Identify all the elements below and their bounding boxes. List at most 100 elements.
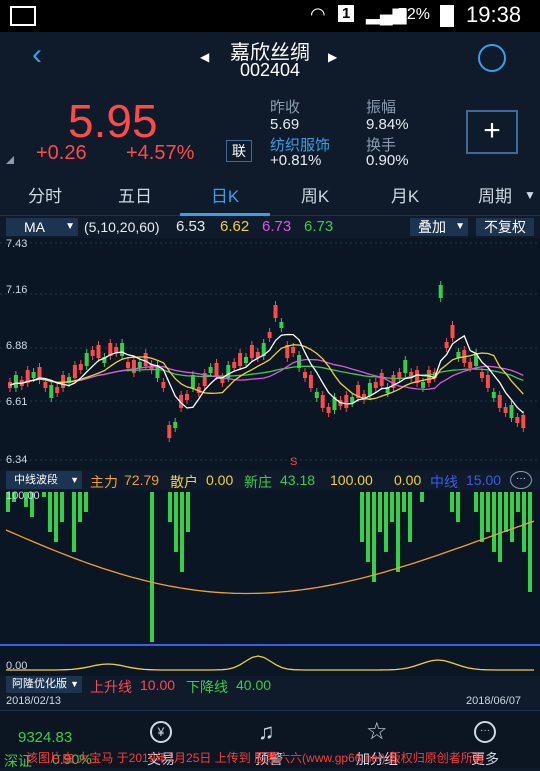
- indicator-selector[interactable]: 中线波段 ▼: [6, 471, 82, 489]
- indicator-bar: [54, 492, 58, 542]
- indicator-chart[interactable]: 100.00 0.00: [0, 490, 540, 676]
- algo-name: 阿隆优化版: [12, 678, 67, 690]
- candle-body: [491, 392, 496, 398]
- xinzhuang-label: 新庄: [244, 474, 272, 490]
- candle-body: [249, 345, 254, 358]
- candle-body: [90, 350, 95, 356]
- indicator-bar: [402, 492, 406, 512]
- back-icon[interactable]: ‹: [32, 38, 42, 72]
- add-watchlist-button[interactable]: +: [466, 110, 518, 154]
- candle-body: [185, 394, 189, 400]
- candle-body: [509, 405, 514, 418]
- chevron-down-icon: ▼: [70, 475, 79, 485]
- search-icon[interactable]: [478, 44, 506, 72]
- ma10-value: 6.62: [220, 218, 250, 235]
- amplitude-label: 振幅: [366, 99, 397, 116]
- candle-body: [72, 365, 77, 378]
- ma-selector[interactable]: MA ▼: [6, 218, 78, 236]
- candle-body: [279, 322, 284, 328]
- chevron-down-icon: ▼: [455, 221, 465, 232]
- indicator-axis-top: 100.00: [6, 490, 40, 502]
- candle-body: [485, 375, 490, 388]
- tab-yuek[interactable]: 月K: [360, 178, 450, 216]
- indicator-bar: [486, 492, 490, 532]
- more-options-icon[interactable]: ···: [510, 471, 532, 489]
- overlay-button[interactable]: 叠加 ▼: [410, 218, 468, 236]
- indicator-bar: [84, 492, 88, 512]
- candle-body: [120, 343, 125, 356]
- candle-body: [326, 407, 331, 413]
- price-tick-2: 7.16: [6, 284, 28, 296]
- date-start: 2018/02/13: [6, 695, 62, 707]
- star-icon: ☆: [366, 718, 388, 745]
- candle-body: [167, 425, 172, 438]
- up-line-value: 10.00: [140, 677, 176, 693]
- candle-body: [273, 305, 278, 318]
- header: ‹ ◀ 嘉欣丝绸 002404 ▶: [0, 32, 540, 90]
- candle-body: [379, 373, 384, 386]
- bell-icon: ♫: [258, 719, 275, 744]
- ma60-value: 6.73: [304, 218, 334, 235]
- algo-selector[interactable]: 阿隆优化版 ▼: [6, 676, 82, 693]
- candle-body: [515, 417, 520, 423]
- adjust-button[interactable]: 不复权: [476, 218, 534, 236]
- candle-body: [208, 367, 213, 373]
- candle-body: [521, 415, 526, 428]
- tab-fenshi[interactable]: 分时: [0, 178, 90, 216]
- indicator-bar: [186, 492, 190, 532]
- overlay-label: 叠加: [418, 219, 446, 235]
- indicator-bar: [60, 492, 64, 522]
- candle-body: [137, 362, 142, 368]
- ma5-value: 6.53: [176, 218, 206, 235]
- index-value[interactable]: 9324.83: [18, 729, 72, 746]
- candle-body: [421, 382, 425, 388]
- indicator-bar: [396, 492, 400, 572]
- tab-zhouk[interactable]: 周K: [270, 178, 360, 216]
- sell-signal-marker: S: [290, 456, 298, 468]
- indicator-bar: [378, 492, 382, 532]
- candle-body: [232, 362, 237, 368]
- indicator-bar: [522, 492, 526, 552]
- candle-body: [131, 360, 136, 373]
- candle-body: [373, 382, 378, 388]
- candle-body: [267, 332, 272, 338]
- candle-body: [238, 353, 243, 366]
- candle-body: [403, 360, 408, 373]
- battery-icon: [440, 5, 454, 27]
- zhongxian-label: 中线: [430, 474, 458, 490]
- next-stock-icon[interactable]: ▶: [328, 50, 337, 64]
- wifi-icon: ◠: [310, 4, 326, 24]
- indicator-bar: [168, 492, 172, 522]
- down-line-value: 40.00: [236, 677, 272, 693]
- candle-body: [173, 422, 178, 428]
- link-button[interactable]: 联: [226, 140, 252, 162]
- candle-body: [450, 325, 455, 338]
- indicator-bar: [42, 492, 46, 497]
- candlestick-svg: [0, 242, 540, 461]
- tab-wuri[interactable]: 五日: [90, 178, 180, 216]
- candle-body: [320, 395, 325, 408]
- indicator-bar: [180, 492, 184, 572]
- aroon-legend: 阿隆优化版 ▼ 上升线 10.00 下降线 40.00: [0, 676, 540, 695]
- indicator-bar: [510, 492, 514, 542]
- zhuli-label: 主力: [90, 474, 118, 490]
- ma20-value: 6.73: [262, 218, 292, 235]
- candle-body: [49, 385, 54, 398]
- candle-body: [78, 364, 83, 370]
- prev-stock-icon[interactable]: ◀: [200, 50, 209, 64]
- prev-close-value: 5.69: [270, 116, 300, 133]
- indicator-value-5: 0.00: [394, 472, 422, 488]
- indicator-value-4: 100.00: [330, 472, 373, 488]
- bottom-bar: 9324.83 深证 0.90% ¥ 交易 ♫ 预警 ☆ 加分组 ··· 更多 …: [0, 710, 540, 769]
- amplitude-value: 9.84%: [366, 116, 409, 133]
- indicator-bar: [372, 492, 376, 582]
- indicator-bar: [492, 492, 496, 552]
- indicator-bar: [48, 492, 52, 532]
- last-price: 5.95: [68, 95, 158, 147]
- xinzhuang-value: 43.18: [280, 472, 316, 488]
- candle-body: [438, 285, 443, 298]
- tab-rik[interactable]: 日K: [180, 178, 270, 216]
- candlestick-chart[interactable]: 7.43 7.16 6.88 6.61 6.34 S: [0, 238, 540, 470]
- candle-body: [314, 392, 319, 398]
- indicator-bar: [366, 492, 370, 562]
